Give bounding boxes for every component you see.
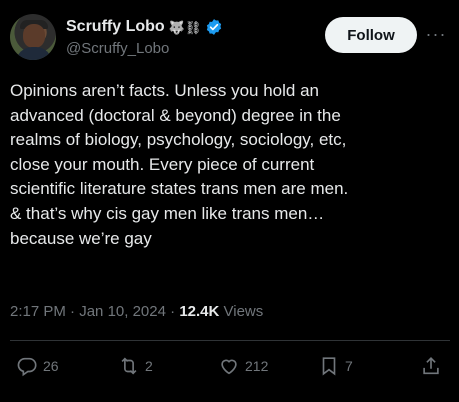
repost-button[interactable]: 2 — [118, 355, 153, 377]
tweet-time[interactable]: 2:17 PM — [10, 303, 66, 320]
name-emojis: 🐺⛓ — [168, 19, 202, 35]
repost-icon — [121, 357, 137, 375]
display-name[interactable]: Scruffy Lobo — [66, 18, 165, 36]
share-button[interactable] — [420, 355, 442, 377]
tweet-text: Opinions aren’t facts. Unless you hold a… — [10, 79, 450, 251]
divider — [10, 340, 450, 341]
tweet-header: Scruffy Lobo 🐺⛓ @Scruffy_Lobo Follow ··· — [10, 12, 449, 62]
tweet-line: realms of biology, psychology, sociology… — [10, 130, 347, 150]
avatar[interactable] — [10, 14, 56, 60]
reply-icon — [17, 357, 37, 377]
bookmark-icon — [322, 357, 336, 376]
tweet-line: Opinions aren’t facts. Unless you hold a… — [10, 81, 320, 100]
tweet-line: close your mouth. Every piece of current — [10, 154, 315, 174]
like-count: 212 — [245, 358, 269, 374]
handle[interactable]: @Scruffy_Lobo — [66, 40, 223, 57]
reply-button[interactable]: 26 — [16, 355, 59, 377]
views-count: 12.4K — [179, 303, 220, 320]
bookmark-button[interactable]: 7 — [318, 355, 353, 377]
action-bar: 26 2 212 7 — [10, 355, 450, 391]
bookmark-count: 7 — [345, 358, 353, 374]
tweet-line: & that’s why cis gay men like trans men… — [10, 203, 325, 223]
share-icon — [423, 357, 439, 375]
meta-separator: · — [170, 303, 180, 320]
display-name-row: Scruffy Lobo 🐺⛓ — [66, 16, 223, 38]
verified-badge-icon — [207, 19, 222, 35]
like-button[interactable]: 212 — [218, 355, 268, 377]
views-label: Views — [223, 303, 264, 320]
meta-separator: · — [70, 303, 80, 320]
heart-icon — [221, 359, 237, 375]
more-options-icon[interactable]: ··· — [424, 24, 448, 44]
repost-count: 2 — [145, 358, 153, 374]
reply-count: 26 — [43, 358, 59, 374]
tweet-line: scientific literature states trans men a… — [10, 179, 349, 199]
author-info: Scruffy Lobo 🐺⛓ @Scruffy_Lobo — [66, 16, 223, 57]
tweet-meta: 2:17 PM · Jan 10, 2024 · 12.4K Views — [10, 303, 263, 320]
follow-button[interactable]: Follow — [325, 17, 417, 53]
tweet-line: advanced (doctoral & beyond) degree in t… — [10, 105, 341, 125]
tweet-line: because we’re gay — [10, 228, 152, 248]
tweet-date[interactable]: Jan 10, 2024 — [79, 303, 166, 320]
